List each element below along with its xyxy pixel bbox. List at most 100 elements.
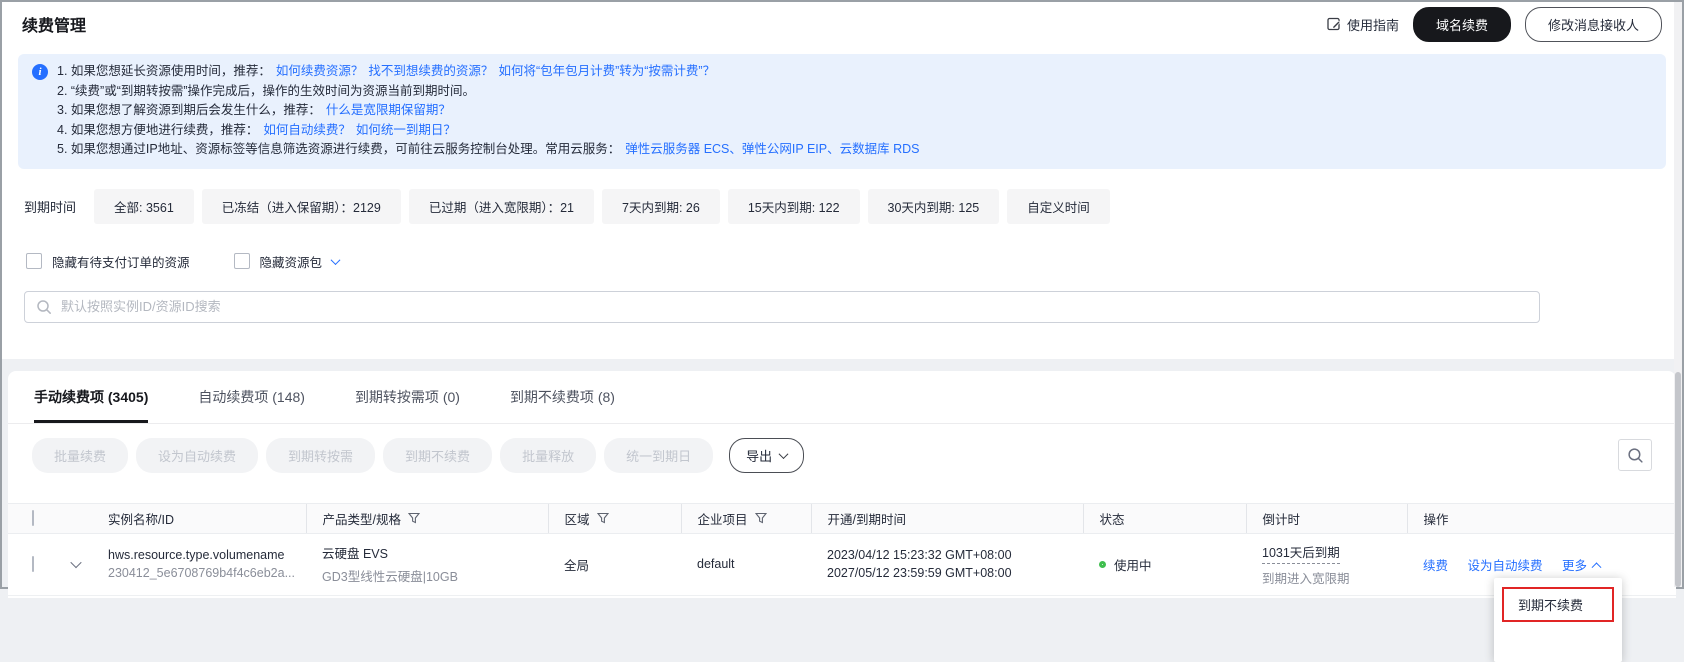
- chevron-down-icon[interactable]: [331, 255, 341, 265]
- table-header-row: 实例名称/ID 产品类型/规格 区域 企业项目 开通/到期时间 状态 倒计时 操…: [8, 503, 1676, 533]
- set-auto-renew-button[interactable]: 设为自动续费: [136, 438, 258, 473]
- filter-checkbox-row: 隐藏有待支付订单的资源 隐藏资源包: [26, 252, 1666, 271]
- instance-name: hws.resource.type.volumename: [108, 548, 298, 562]
- unify-expiry-date-button[interactable]: 统一到期日: [604, 438, 713, 473]
- expire-to-ondemand-button[interactable]: 到期转按需: [266, 438, 375, 473]
- search-input[interactable]: [24, 291, 1540, 323]
- project-value: default: [697, 557, 735, 571]
- table-toolbar: 批量续费 设为自动续费 到期转按需 到期不续费 批量释放 统一到期日 导出: [8, 424, 1676, 473]
- page-title: 续费管理: [22, 12, 86, 36]
- hide-pending-order-checkbox[interactable]: [26, 253, 42, 269]
- guide-doc-icon: [1327, 17, 1341, 31]
- usage-guide-link[interactable]: 使用指南: [1327, 15, 1399, 34]
- col-header-product: 产品类型/规格: [323, 509, 401, 528]
- region-value: 全局: [564, 559, 589, 573]
- status-badge: 使用中: [1099, 555, 1238, 574]
- tab-bar: 手动续费项 (3405) 自动续费项 (148) 到期转按需项 (0) 到期不续…: [8, 371, 1676, 424]
- more-dropdown-menu: 到期不续费: [1494, 578, 1622, 662]
- expiry-filter-row: 到期时间 全部: 3561 已冻结（进入保留期）：2129 已过期（进入宽限期）…: [24, 189, 1666, 224]
- info-banner: i 1. 如果您想延长资源使用时间，推荐：如何续费资源？找不到想续费的资源？如何…: [18, 54, 1666, 169]
- tip-line-3: 3. 如果您想了解资源到期后会发生什么，推荐： 什么是宽限期保留期？: [57, 101, 919, 121]
- filter-icon[interactable]: [597, 512, 609, 524]
- search-bar: [24, 291, 1540, 323]
- expiry-filter-label: 到期时间: [24, 197, 76, 216]
- countdown-sub: 到期进入宽限期: [1262, 568, 1399, 587]
- top-section: 续费管理 使用指南 域名续费 修改消息接收人 i 1. 如果您想延长资源使用时间…: [2, 2, 1682, 359]
- chip-15days[interactable]: 15天内到期: 122: [728, 189, 860, 224]
- search-icon: [36, 299, 52, 315]
- tip-text: 1. 如果您想延长资源使用时间，推荐：: [57, 64, 271, 78]
- tab-expire-to-ondemand[interactable]: 到期转按需项 (0): [355, 387, 460, 423]
- chip-all[interactable]: 全部: 3561: [94, 189, 194, 224]
- tip-link[interactable]: 什么是宽限期保留期？: [326, 103, 451, 117]
- batch-release-button[interactable]: 批量释放: [500, 438, 596, 473]
- tip-link[interactable]: 找不到想续费的资源？: [368, 64, 493, 78]
- col-header-project: 企业项目: [698, 509, 748, 528]
- renewal-list-card: 手动续费项 (3405) 自动续费项 (148) 到期转按需项 (0) 到期不续…: [8, 371, 1676, 598]
- tip-text: 2. “续费”或“到期转按需”操作完成后，操作的生效时间为资源当前到期时间。: [57, 84, 475, 98]
- tip-link[interactable]: 如何统一到期日？: [356, 123, 456, 137]
- tip-link[interactable]: 如何续费资源？: [276, 64, 364, 78]
- countdown-value: 1031天后到期: [1262, 542, 1340, 564]
- open-time: 2023/04/12 15:23:32 GMT+08:00: [827, 548, 1075, 562]
- chip-frozen[interactable]: 已冻结（进入保留期）：2129: [202, 189, 401, 224]
- tab-auto-renew[interactable]: 自动续费项 (148): [198, 387, 305, 423]
- hide-resource-packages-label[interactable]: 隐藏资源包: [260, 252, 323, 271]
- scrollbar-track: [1674, 2, 1682, 587]
- export-button[interactable]: 导出: [729, 438, 804, 473]
- tab-expire-no-renew[interactable]: 到期不续费项 (8): [510, 387, 615, 423]
- renewal-table: 实例名称/ID 产品类型/规格 区域 企业项目 开通/到期时间 状态 倒计时 操…: [8, 503, 1676, 596]
- domain-renew-button[interactable]: 域名续费: [1413, 7, 1511, 42]
- expand-row-icon[interactable]: [70, 557, 81, 568]
- status-label: 使用中: [1114, 555, 1152, 574]
- tip-text: 3. 如果您想了解资源到期后会发生什么，推荐：: [57, 103, 321, 117]
- set-auto-renew-link[interactable]: 设为自动续费: [1468, 555, 1543, 574]
- tip-line-4: 4. 如果您想方便地进行续费，推荐： 如何自动续费？ 如何统一到期日？: [57, 121, 919, 141]
- scrollbar-thumb[interactable]: [1675, 372, 1681, 587]
- menu-item-expire-no-renew[interactable]: 到期不续费: [1502, 587, 1614, 622]
- header-actions: 使用指南 域名续费 修改消息接收人: [1327, 7, 1662, 42]
- tab-manual-renew[interactable]: 手动续费项 (3405): [34, 387, 148, 423]
- col-header-time: 开通/到期时间: [811, 503, 1083, 533]
- chevron-down-icon: [779, 449, 789, 459]
- table-row: hws.resource.type.volumename 230412_5e67…: [8, 533, 1676, 595]
- chip-custom-time[interactable]: 自定义时间: [1007, 189, 1110, 224]
- expire-time: 2027/05/12 23:59:59 GMT+08:00: [827, 566, 1075, 580]
- chip-7days[interactable]: 7天内到期: 26: [602, 189, 720, 224]
- info-tips: 1. 如果您想延长资源使用时间，推荐： 如何续费资源？ 找不到想续费的资源？ 如何将“…: [57, 62, 919, 160]
- tip-link[interactable]: 如何将“包年包月计费”转为“按需计费”？: [498, 64, 715, 78]
- page-header: 续费管理 使用指南 域名续费 修改消息接收人: [2, 2, 1682, 46]
- col-header-countdown: 倒计时: [1246, 503, 1407, 533]
- col-header-region: 区域: [565, 509, 590, 528]
- chip-30days[interactable]: 30天内到期: 125: [868, 189, 1000, 224]
- search-icon: [1627, 447, 1644, 464]
- usage-guide-label: 使用指南: [1347, 15, 1399, 34]
- select-all-checkbox[interactable]: [32, 510, 34, 526]
- hide-pending-order-filter: 隐藏有待支付订单的资源: [26, 252, 190, 271]
- row-checkbox[interactable]: [32, 556, 34, 572]
- instance-id: 230412_5e6708769b4f4c6eb2a...: [108, 566, 298, 580]
- filter-icon[interactable]: [408, 512, 420, 524]
- filter-icon[interactable]: [755, 512, 767, 524]
- col-header-ops: 操作: [1407, 503, 1676, 533]
- expire-no-renew-button[interactable]: 到期不续费: [383, 438, 492, 473]
- tip-link[interactable]: 弹性云服务器 ECS、弹性公网IP EIP、云数据库 RDS: [625, 142, 919, 156]
- tip-text: 4. 如果您想方便地进行续费，推荐：: [57, 123, 258, 137]
- hide-pending-order-label[interactable]: 隐藏有待支付订单的资源: [52, 252, 190, 271]
- table-search-button[interactable]: [1618, 439, 1652, 471]
- hide-resource-packages-checkbox[interactable]: [234, 253, 250, 269]
- tip-line-1: 1. 如果您想延长资源使用时间，推荐： 如何续费资源？ 找不到想续费的资源？ 如何将“…: [57, 62, 919, 82]
- modify-receiver-button[interactable]: 修改消息接收人: [1525, 7, 1662, 42]
- product-type: 云硬盘 EVS: [322, 543, 540, 562]
- tip-line-5: 5. 如果您想通过IP地址、资源标签等信息筛选资源进行续费，可前往云服务控制台处…: [57, 140, 919, 160]
- more-link[interactable]: 更多: [1562, 555, 1600, 574]
- col-header-name: 实例名称/ID: [92, 503, 306, 533]
- tip-text: 5. 如果您想通过IP地址、资源标签等信息筛选资源进行续费，可前往云服务控制台处…: [57, 142, 620, 156]
- chip-expired[interactable]: 已过期（进入宽限期）：21: [409, 189, 594, 224]
- export-label: 导出: [746, 446, 772, 465]
- tip-link[interactable]: 如何自动续费？: [263, 123, 351, 137]
- renew-link[interactable]: 续费: [1423, 555, 1448, 574]
- batch-renew-button[interactable]: 批量续费: [32, 438, 128, 473]
- tip-line-2: 2. “续费”或“到期转按需”操作完成后，操作的生效时间为资源当前到期时间。: [57, 82, 919, 102]
- more-label: 更多: [1562, 555, 1587, 574]
